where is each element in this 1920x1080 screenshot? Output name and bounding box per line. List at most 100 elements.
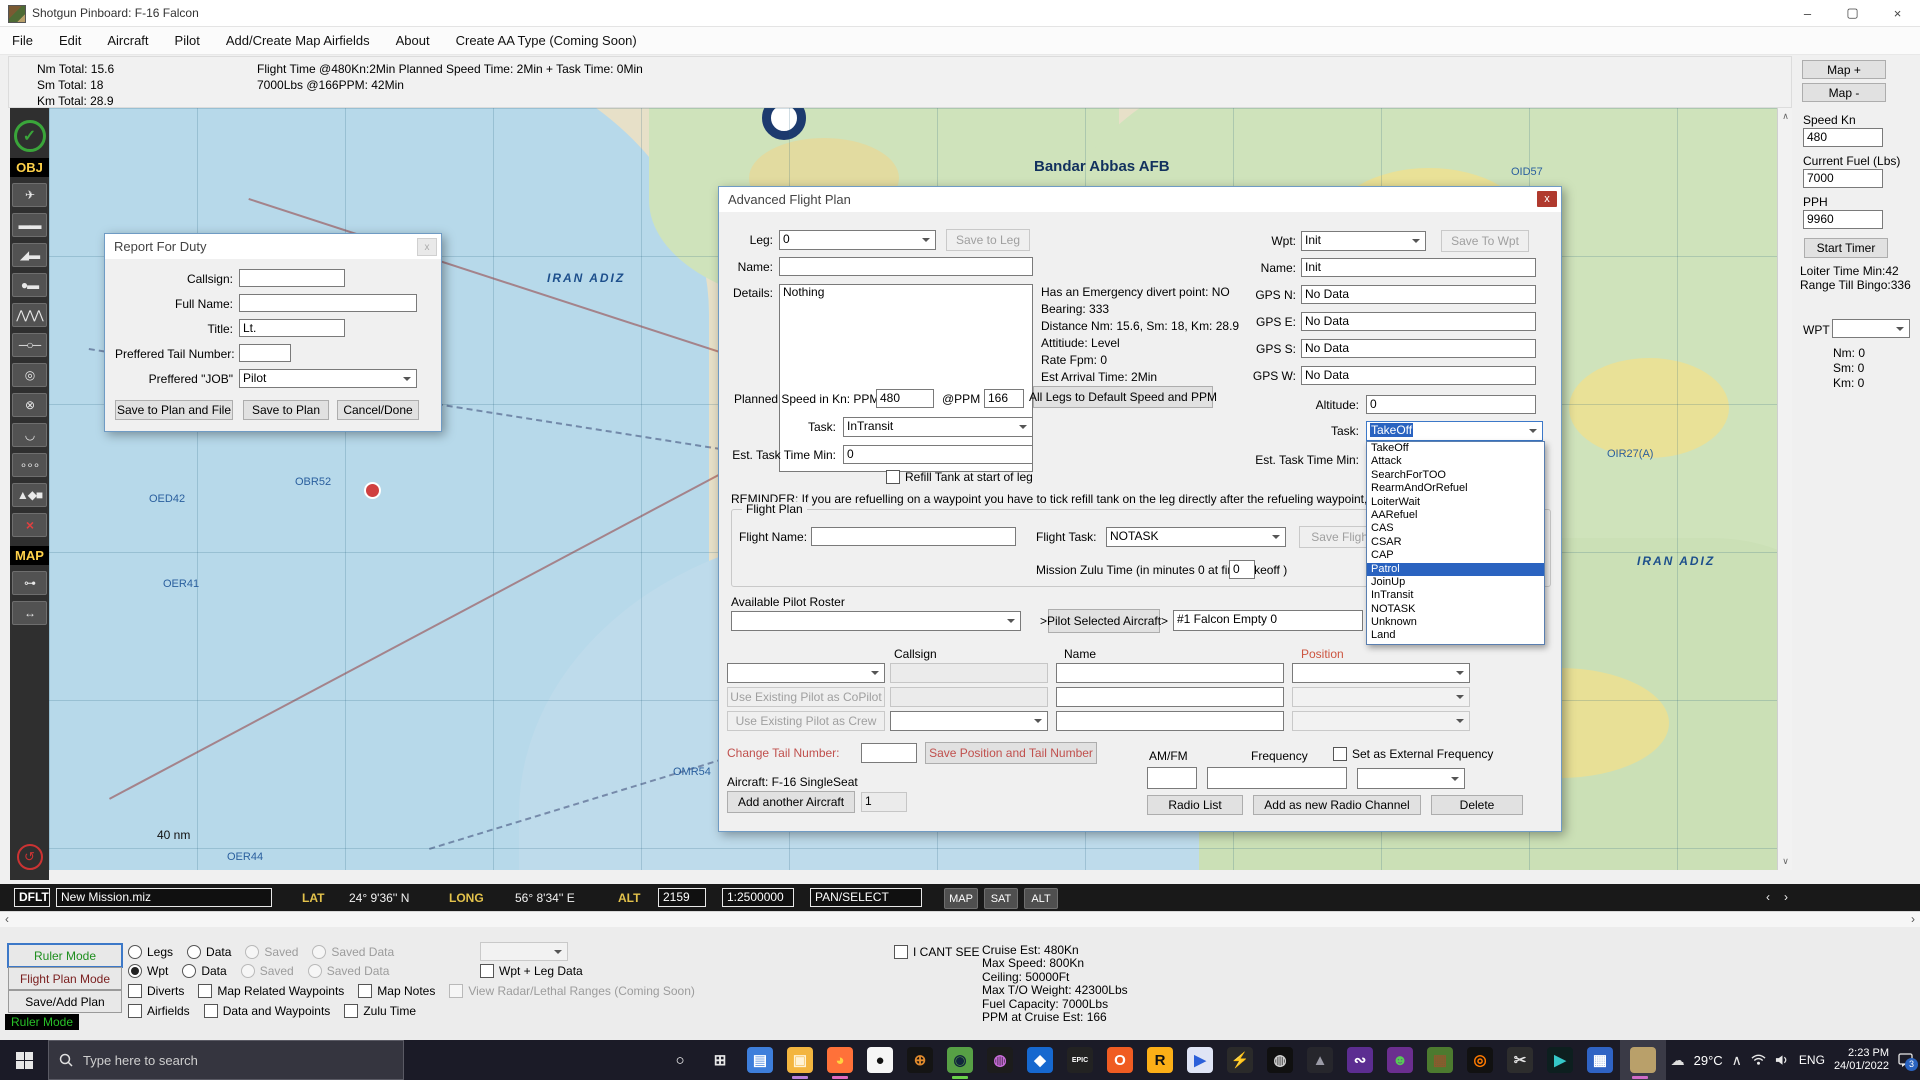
copilot-button[interactable]: Use Existing Pilot as CoPilot xyxy=(727,687,885,707)
language-indicator[interactable]: ENG xyxy=(1799,1053,1825,1067)
rockstar-icon[interactable]: R xyxy=(1140,1040,1180,1080)
dflt-button[interactable]: DFLT xyxy=(14,888,50,907)
cortana-icon[interactable]: ○ xyxy=(660,1040,700,1080)
checkbox-option[interactable]: Map Related Waypoints xyxy=(198,984,344,998)
file-explorer-icon[interactable]: ▣ xyxy=(780,1040,820,1080)
cancel-done-button[interactable]: Cancel/Done xyxy=(337,400,419,420)
checkbox-option[interactable]: Map Notes xyxy=(358,984,435,998)
menu-item[interactable]: Aircraft xyxy=(107,33,148,48)
sat-layer-button[interactable]: SAT xyxy=(984,888,1018,909)
ruler-icon[interactable]: ↔ xyxy=(12,601,47,625)
wpt-combo[interactable] xyxy=(1832,319,1910,338)
close-button[interactable]: × xyxy=(1875,0,1920,26)
pilot-roster-combo[interactable] xyxy=(731,611,1021,631)
bar-right-arrow-icon[interactable]: › xyxy=(1784,890,1788,904)
pilot-row3-callsign-combo[interactable] xyxy=(890,711,1048,731)
leg-name-input[interactable] xyxy=(779,257,1033,276)
task-dropdown-option[interactable]: JoinUp xyxy=(1367,576,1544,589)
task-dropdown-option[interactable]: TakeOff xyxy=(1367,442,1544,455)
battle-net-icon[interactable]: ◆ xyxy=(1020,1040,1060,1080)
rings-icon[interactable]: ∘∘∘ xyxy=(12,453,47,477)
ruler-mode-button[interactable]: Ruler Mode xyxy=(8,944,122,967)
clock[interactable]: 2:23 PM 24/01/2022 xyxy=(1834,1047,1889,1073)
save-plan-button[interactable]: Save to Plan xyxy=(243,400,329,420)
add-aircraft-button[interactable]: Add another Aircraft xyxy=(727,791,855,813)
radio-option[interactable]: Data xyxy=(187,945,231,959)
wpt-select-combo[interactable]: Init xyxy=(1301,231,1426,251)
task-dropdown-option[interactable]: AARefuel xyxy=(1367,509,1544,522)
task-dropdown-option[interactable]: Unknown xyxy=(1367,616,1544,629)
radio-option[interactable]: Saved xyxy=(241,964,294,978)
pilot-row3-name[interactable] xyxy=(1056,711,1284,731)
origin-icon[interactable]: O xyxy=(1100,1040,1140,1080)
gps-s-input[interactable]: No Data xyxy=(1301,339,1536,358)
checkbox-option[interactable]: Zulu Time xyxy=(344,1004,416,1018)
tank-icon[interactable]: ●▬ xyxy=(12,273,47,297)
minimize-button[interactable]: – xyxy=(1785,0,1830,26)
scroll-up-icon[interactable]: ∧ xyxy=(1778,111,1793,122)
crew-button[interactable]: Use Existing Pilot as Crew xyxy=(727,711,885,731)
alt-layer-button[interactable]: ALT xyxy=(1024,888,1058,909)
save-position-tail-button[interactable]: Save Position and Tail Number xyxy=(925,742,1097,764)
start-timer-button[interactable]: Start Timer xyxy=(1804,238,1888,258)
carrier-ship-icon[interactable]: ▬▬ xyxy=(12,213,47,237)
callsign-input[interactable] xyxy=(239,269,345,287)
winamp-icon[interactable]: ⚡ xyxy=(1220,1040,1260,1080)
change-tail-input[interactable] xyxy=(861,743,917,763)
cooler-master-icon[interactable]: ◍ xyxy=(1260,1040,1300,1080)
search-input[interactable] xyxy=(81,1052,365,1069)
confirm-check-icon[interactable]: ✓ xyxy=(14,120,46,152)
white-app-icon[interactable]: ● xyxy=(860,1040,900,1080)
delete-object-icon[interactable]: × xyxy=(12,513,47,537)
volume-icon[interactable] xyxy=(1775,1054,1790,1066)
menu-item[interactable]: File xyxy=(12,33,33,48)
scroll-left-icon[interactable]: ‹ xyxy=(5,912,9,926)
task-dropdown-option[interactable]: RearmAndOrRefuel xyxy=(1367,482,1544,495)
weather-icon[interactable]: ☁ xyxy=(1671,1052,1685,1069)
compass-game-icon[interactable]: ⊕ xyxy=(900,1040,940,1080)
wpt-name-input[interactable]: Init xyxy=(1301,258,1536,277)
temperature-label[interactable]: 29°C xyxy=(1694,1053,1723,1068)
refill-tank-checkbox[interactable]: Refill Tank at start of leg xyxy=(886,470,1033,484)
mission-name-input[interactable]: New Mission.miz xyxy=(56,888,272,907)
task-dropdown-option[interactable]: CAS xyxy=(1367,522,1544,535)
job-combo[interactable]: Pilot xyxy=(239,369,417,388)
frequency-input[interactable] xyxy=(1207,767,1347,789)
radio-option[interactable]: Data xyxy=(182,964,226,978)
scroll-down-icon[interactable]: ∨ xyxy=(1778,856,1793,867)
details-textarea[interactable]: Nothing xyxy=(779,284,1033,472)
flight-dialog-close-icon[interactable]: x xyxy=(1537,191,1557,207)
taskbar-search[interactable] xyxy=(48,1040,404,1080)
pilot-row1-name[interactable] xyxy=(1056,663,1284,683)
task-view-icon[interactable]: ⊞ xyxy=(700,1040,740,1080)
calculator-icon[interactable]: ▦ xyxy=(1580,1040,1620,1080)
pilot-row1-callsign[interactable] xyxy=(890,663,1048,683)
radio-option[interactable]: Saved xyxy=(245,945,298,959)
task-dropdown-option[interactable]: Attack xyxy=(1367,455,1544,468)
menu-item[interactable]: About xyxy=(396,33,430,48)
bar-left-arrow-icon[interactable]: ‹ xyxy=(1766,890,1770,904)
wpt-leg-data-checkbox[interactable]: Wpt + Leg Data xyxy=(480,964,583,978)
snip-tool-icon[interactable]: ✂ xyxy=(1500,1040,1540,1080)
radio-option[interactable]: Saved Data xyxy=(308,964,390,978)
map-zoom-out-button[interactable]: Map - xyxy=(1802,83,1886,102)
task-dropdown-option[interactable]: CSAR xyxy=(1367,536,1544,549)
checkbox-option[interactable]: Data and Waypoints xyxy=(204,1004,331,1018)
shotgun-pinboard-taskbar-icon[interactable] xyxy=(1620,1040,1666,1080)
dark-prism-icon[interactable]: ▲ xyxy=(1300,1040,1340,1080)
task-dropdown-option[interactable]: NOTASK xyxy=(1367,603,1544,616)
fighter-jet-icon[interactable]: ✈ xyxy=(12,183,47,207)
checkbox-option[interactable]: Diverts xyxy=(128,984,184,998)
fullname-input[interactable] xyxy=(239,294,417,312)
wpt-task-combo[interactable]: TakeOff xyxy=(1366,421,1543,441)
steam-icon[interactable]: ◉ xyxy=(940,1040,980,1080)
selected-aircraft-box[interactable]: #1 Falcon Empty 0 xyxy=(1173,610,1363,631)
teal-play-icon[interactable]: ▶ xyxy=(1540,1040,1580,1080)
pilot-row2-name[interactable] xyxy=(1056,687,1284,707)
media-player-icon[interactable]: ▶ xyxy=(1180,1040,1220,1080)
altitude-input[interactable]: 0 xyxy=(1366,395,1536,414)
pilot-row2-position-combo[interactable] xyxy=(1292,687,1470,707)
boat-icon[interactable]: ◡ xyxy=(12,423,47,447)
no-fly-zone-icon[interactable]: ⊗ xyxy=(12,393,47,417)
red-circle-icon[interactable]: ↺ xyxy=(17,844,43,870)
